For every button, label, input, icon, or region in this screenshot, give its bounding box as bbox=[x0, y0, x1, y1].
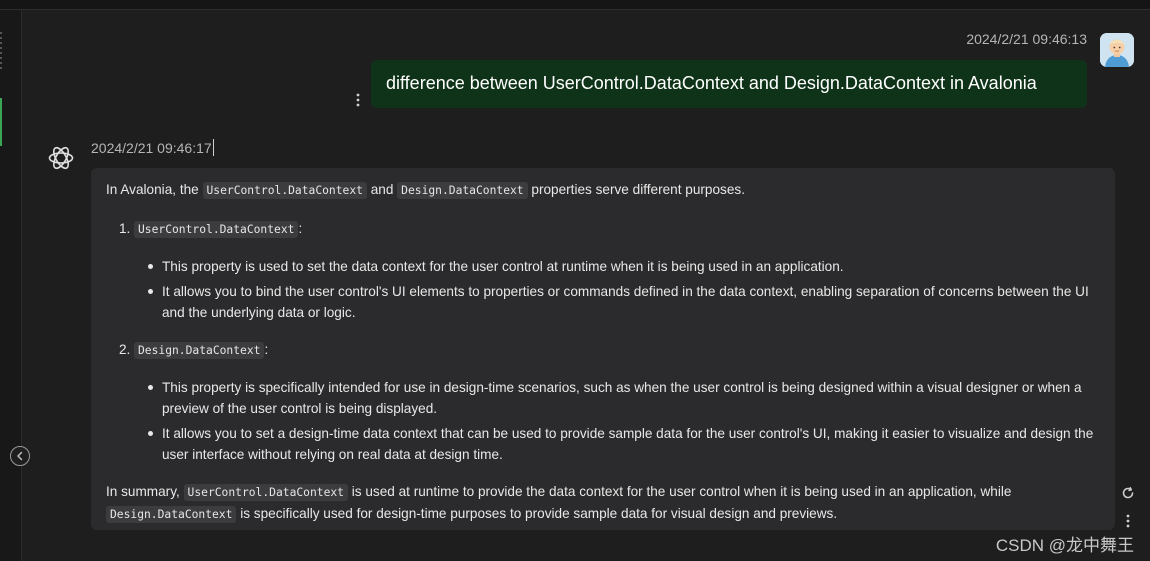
inline-code: UserControl.DataContext bbox=[183, 484, 348, 501]
summary-text: In summary, bbox=[106, 484, 184, 499]
numbered-list: 2. Design.DataContext: bbox=[106, 339, 1100, 361]
user-message-bubble: difference between UserControl.DataConte… bbox=[371, 60, 1087, 108]
user-avatar bbox=[1100, 33, 1134, 67]
bullet-item: This property is specifically intended f… bbox=[106, 377, 1100, 419]
sidebar-active-indicator bbox=[0, 98, 2, 146]
more-vertical-icon[interactable] bbox=[353, 92, 363, 108]
text-cursor bbox=[212, 139, 214, 156]
list-number: 2. bbox=[119, 342, 131, 357]
summary-paragraph: In summary, UserControl.DataContext is u… bbox=[106, 481, 1100, 525]
inline-code: UserControl.DataContext bbox=[202, 182, 367, 199]
list-item-suffix: : bbox=[298, 221, 303, 236]
bullet-item: It allows you to bind the user control's… bbox=[106, 281, 1100, 323]
intro-text: properties serve different purposes. bbox=[527, 182, 745, 197]
inline-code: Design.DataContext bbox=[134, 342, 265, 359]
bullet-list: This property is used to set the data co… bbox=[106, 256, 1100, 323]
sidebar bbox=[0, 10, 22, 561]
intro-paragraph: In Avalonia, the UserControl.DataContext… bbox=[106, 179, 1100, 201]
top-divider bbox=[0, 0, 1150, 10]
watermark: CSDN @龙中舞王 bbox=[995, 536, 1134, 555]
openai-logo-icon bbox=[48, 146, 74, 170]
sidebar-grip bbox=[0, 32, 2, 72]
inline-code: Design.DataContext bbox=[106, 506, 237, 523]
ai-timestamp-text: 2024/2/21 09:46:17 bbox=[91, 140, 212, 156]
numbered-list: 1. UserControl.DataContext: bbox=[106, 218, 1100, 240]
inline-code: Design.DataContext bbox=[397, 182, 528, 199]
ai-message-bubble: In Avalonia, the UserControl.DataContext… bbox=[91, 168, 1115, 530]
inline-code: UserControl.DataContext bbox=[134, 221, 299, 238]
list-item: 1. UserControl.DataContext: bbox=[106, 218, 1100, 240]
user-message-timestamp: 2024/2/21 09:46:13 bbox=[966, 31, 1087, 47]
bullet-list: This property is specifically intended f… bbox=[106, 377, 1100, 465]
bullet-item: It allows you to set a design-time data … bbox=[106, 423, 1100, 465]
summary-text: is used at runtime to provide the data c… bbox=[347, 484, 1012, 499]
list-number: 1. bbox=[119, 221, 131, 236]
list-item: 2. Design.DataContext: bbox=[106, 339, 1100, 361]
more-vertical-icon[interactable] bbox=[1123, 513, 1133, 529]
bullet-item: This property is used to set the data co… bbox=[106, 256, 1100, 277]
refresh-icon[interactable] bbox=[1121, 486, 1135, 500]
summary-text: is specifically used for design-time pur… bbox=[236, 506, 838, 521]
list-item-suffix: : bbox=[264, 342, 269, 357]
collapse-sidebar-button[interactable] bbox=[10, 446, 30, 466]
ai-message-timestamp: 2024/2/21 09:46:17 bbox=[91, 139, 214, 156]
intro-text: and bbox=[366, 182, 398, 197]
chevron-left-icon bbox=[17, 451, 23, 461]
intro-text: In Avalonia, the bbox=[106, 182, 203, 197]
